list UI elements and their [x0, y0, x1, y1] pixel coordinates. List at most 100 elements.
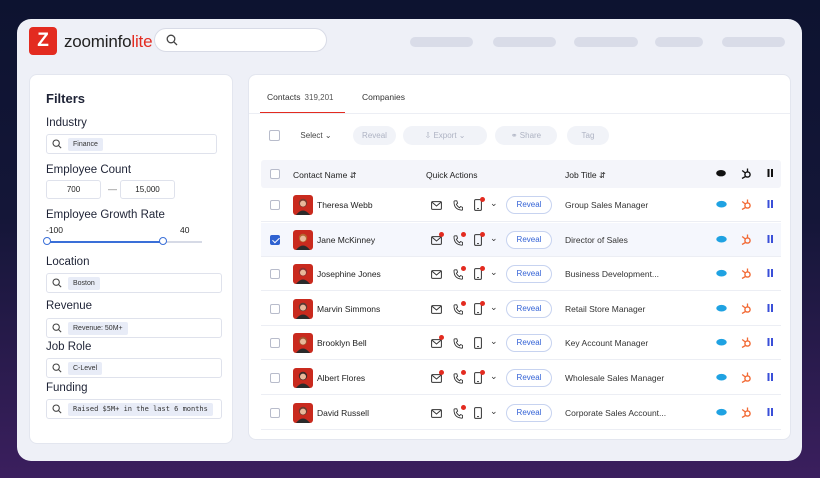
hubspot-icon[interactable] [741, 371, 752, 383]
email-icon[interactable] [431, 374, 442, 383]
phone-icon[interactable] [453, 200, 463, 211]
hubspot-icon[interactable] [741, 336, 752, 349]
industry-chip[interactable]: Finance [68, 138, 103, 151]
outreach-icon[interactable] [767, 268, 775, 278]
email-icon[interactable] [431, 270, 442, 280]
email-icon[interactable] [431, 235, 442, 245]
tab-companies[interactable]: Companies [362, 92, 405, 102]
contact-name[interactable]: Brooklyn Bell [317, 338, 367, 348]
reveal-button[interactable]: Reveal [506, 334, 552, 353]
growth-slider-min-handle[interactable] [43, 237, 51, 245]
global-search-input[interactable] [154, 28, 327, 52]
chevron-down-icon[interactable]: ⌄ [490, 233, 498, 244]
phone-icon[interactable] [453, 338, 463, 350]
job-role-filter-input[interactable]: C-Level [46, 358, 222, 378]
outreach-icon[interactable] [767, 199, 775, 209]
nav-placeholder-2[interactable] [493, 37, 556, 47]
nav-placeholder-4[interactable] [655, 37, 703, 47]
email-icon[interactable] [431, 339, 442, 349]
funding-chip[interactable]: Raised $5M+ in the last 6 months [68, 403, 213, 416]
table-row[interactable]: Josephine Jones ⌄ Reveal Business Develo… [261, 257, 781, 292]
location-filter-input[interactable]: Boston [46, 273, 222, 293]
reveal-button[interactable]: Reveal [506, 230, 552, 249]
salesforce-icon[interactable] [716, 338, 727, 346]
outreach-icon[interactable] [767, 303, 775, 313]
select-all-checkbox[interactable] [269, 130, 280, 141]
salesforce-icon[interactable] [716, 269, 727, 277]
salesforce-icon[interactable] [716, 304, 727, 312]
row-checkbox[interactable] [270, 269, 280, 280]
hubspot-icon[interactable] [741, 198, 752, 210]
row-checkbox[interactable] [270, 338, 280, 349]
column-contact-name[interactable]: Contact Name ⇵ [293, 170, 356, 180]
reveal-button[interactable]: Reveal [506, 265, 552, 284]
salesforce-icon[interactable] [716, 408, 727, 416]
chevron-down-icon[interactable]: ⌄ [490, 371, 498, 382]
row-checkbox[interactable] [270, 303, 280, 314]
table-row[interactable]: Albert Flores ⌄ Reveal Wholesale Sales M… [261, 361, 781, 395]
phone-icon[interactable] [453, 269, 463, 280]
chevron-down-icon[interactable]: ⌄ [490, 302, 498, 313]
salesforce-icon[interactable] [716, 235, 727, 243]
chevron-down-icon[interactable]: ⌄ [490, 336, 498, 347]
salesforce-icon[interactable] [716, 200, 727, 208]
employee-count-max-input[interactable]: 15,000 [120, 180, 175, 199]
reveal-button[interactable]: Reveal [506, 369, 552, 387]
bulk-share-button[interactable]: ⚭ Share [495, 126, 557, 145]
mobile-icon[interactable] [474, 406, 482, 419]
nav-placeholder-3[interactable] [574, 37, 638, 47]
bulk-reveal-button[interactable]: Reveal [353, 126, 396, 145]
outreach-icon[interactable] [767, 337, 775, 347]
contact-name[interactable]: Theresa Webb [317, 200, 373, 210]
contact-name[interactable]: Marvin Simmons [317, 304, 380, 314]
outreach-icon[interactable] [767, 407, 775, 417]
table-row[interactable]: David Russell ⌄ Reveal Corporate Sales A… [261, 396, 781, 430]
hubspot-icon[interactable] [741, 233, 752, 245]
email-icon[interactable] [431, 201, 442, 210]
reveal-button[interactable]: Reveal [506, 403, 552, 422]
hubspot-icon[interactable] [741, 267, 752, 280]
revenue-chip[interactable]: Revenue: 50M+ [68, 322, 128, 335]
row-checkbox[interactable] [270, 234, 280, 245]
zoominfo-logo-icon[interactable]: Z [29, 27, 57, 55]
outreach-icon[interactable] [767, 372, 775, 382]
hubspot-icon[interactable] [741, 302, 752, 314]
funding-filter-input[interactable]: Raised $5M+ in the last 6 months [46, 399, 222, 419]
row-checkbox[interactable] [270, 373, 280, 383]
table-row[interactable]: Jane McKinney ⌄ Reveal Director of Sales [261, 222, 781, 257]
email-icon[interactable] [431, 408, 442, 418]
nav-placeholder-5[interactable] [722, 37, 785, 47]
contact-name[interactable]: David Russell [317, 408, 369, 418]
revenue-filter-input[interactable]: Revenue: 50M+ [46, 318, 222, 338]
chevron-down-icon[interactable]: ⌄ [490, 267, 498, 278]
row-checkbox[interactable] [270, 407, 280, 418]
industry-filter-input[interactable]: Finance [46, 134, 217, 154]
growth-slider-max-handle[interactable] [159, 237, 168, 245]
salesforce-icon[interactable] [716, 373, 727, 381]
location-chip[interactable]: Boston [68, 277, 100, 290]
job-role-chip[interactable]: C-Level [68, 362, 103, 375]
bulk-tag-button[interactable]: Tag [567, 126, 609, 145]
contact-name[interactable]: Josephine Jones [317, 269, 381, 279]
outreach-icon[interactable] [767, 234, 775, 244]
column-job-title[interactable]: Job Title ⇵ [565, 170, 606, 180]
reveal-button[interactable]: Reveal [506, 196, 552, 214]
email-icon[interactable] [431, 304, 442, 314]
mobile-icon[interactable] [474, 337, 482, 350]
select-dropdown[interactable]: Select ⌄ [291, 126, 341, 145]
contact-name[interactable]: Jane McKinney [317, 235, 375, 245]
chevron-down-icon[interactable]: ⌄ [490, 406, 498, 417]
table-row[interactable]: Marvin Simmons ⌄ Reveal Retail Store Man… [261, 292, 781, 326]
table-row[interactable]: Theresa Webb ⌄ Reveal Group Sales Manage… [261, 188, 781, 222]
contact-name[interactable]: Albert Flores [317, 373, 365, 383]
nav-placeholder-1[interactable] [410, 37, 473, 47]
table-row[interactable]: Brooklyn Bell ⌄ Reveal Key Account Manag… [261, 326, 781, 361]
reveal-button[interactable]: Reveal [506, 299, 552, 318]
row-checkbox[interactable] [270, 200, 280, 210]
chevron-down-icon[interactable]: ⌄ [490, 198, 498, 209]
employee-count-min-input[interactable]: 700 [46, 180, 101, 199]
hubspot-icon[interactable] [741, 406, 752, 418]
header-checkbox[interactable] [270, 169, 280, 179]
bulk-export-button[interactable]: ⇩ Export ⌄ [403, 126, 487, 145]
tab-contacts[interactable]: Contacts 319,201 [267, 92, 333, 102]
